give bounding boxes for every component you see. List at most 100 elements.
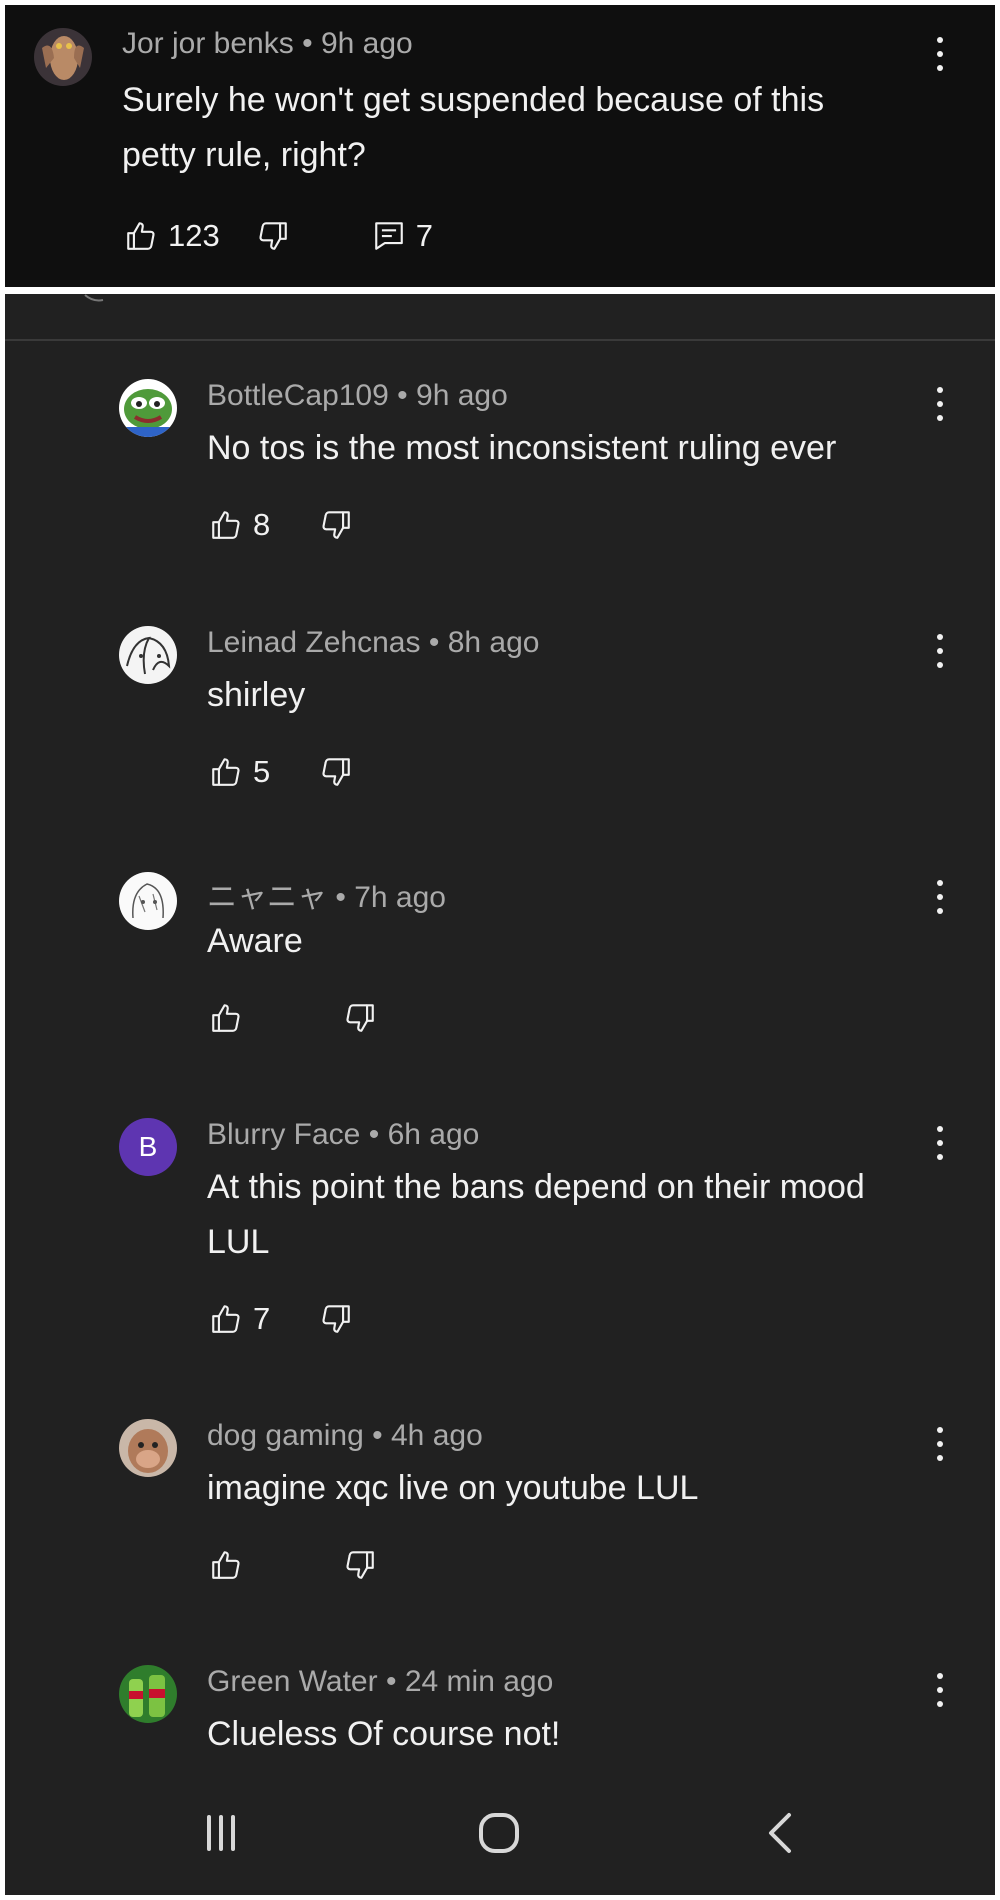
dislike-button[interactable] [343, 1001, 377, 1035]
comment-time: 7h ago [354, 881, 446, 914]
more-options-icon[interactable] [935, 387, 945, 421]
comment-actions: 123 7 [124, 216, 433, 256]
like-button[interactable]: 5 [209, 754, 319, 790]
system-navigation-bar [5, 1775, 995, 1895]
comment-text-line: shirley [207, 676, 306, 714]
reply-comment: BottleCap109 • 9h ago No tos is the most… [5, 379, 995, 554]
reply-comment: dog gaming • 4h ago imagine xqc live on … [5, 1419, 995, 1594]
comment-text-line: No tos is the most inconsistent ruling e… [207, 429, 837, 467]
divider [5, 339, 995, 341]
comment-actions: 5 [209, 752, 353, 792]
recent-apps-button[interactable] [191, 1803, 251, 1863]
dislike-button[interactable] [319, 1302, 353, 1336]
more-options-icon[interactable] [935, 1126, 945, 1160]
comment-text: Aware [207, 914, 935, 969]
dislike-button[interactable] [343, 1548, 377, 1582]
like-button[interactable]: 8 [209, 507, 319, 543]
home-button[interactable] [469, 1803, 529, 1863]
comment-text-line: Aware [207, 922, 303, 960]
comment-time: 8h ago [447, 626, 540, 659]
comment-author[interactable]: dog gaming [207, 1419, 364, 1452]
comment-text: At this point the bans depend on their m… [207, 1160, 935, 1270]
comment-time: 9h ago [416, 379, 508, 412]
comment-text: Surely he won't get suspended because of… [122, 73, 935, 183]
comment-author[interactable]: Leinad Zehcnas [207, 626, 421, 659]
back-button[interactable] [751, 1803, 811, 1863]
like-button[interactable]: 123 [124, 218, 220, 254]
parent-comment: Jor jor benks • 9h ago Surely he won't g… [5, 5, 995, 287]
more-options-icon[interactable] [935, 634, 945, 668]
reply-comment: Green Water • 24 min ago Clueless Of cou… [5, 1665, 995, 1765]
more-options-icon[interactable] [935, 1427, 945, 1461]
comment-time: 6h ago [387, 1118, 480, 1151]
thumbs-down-icon [322, 758, 350, 786]
comment-text: imagine xqc live on youtube LUL [207, 1461, 935, 1516]
more-options-icon[interactable] [935, 880, 945, 914]
lineart-avatar[interactable] [119, 872, 177, 930]
comment-meta: Leinad Zehcnas • 8h ago [207, 626, 539, 660]
thumbs-down-icon [346, 1004, 374, 1032]
reply-count: 7 [415, 218, 433, 253]
like-count: 5 [253, 754, 271, 789]
comment-meta: Green Water • 24 min ago [207, 1665, 553, 1699]
comment-actions [209, 1545, 377, 1585]
meta-separator: • [335, 881, 346, 914]
dislike-button[interactable] [256, 219, 290, 253]
comment-time: 9h ago [320, 27, 413, 60]
like-count: 8 [253, 507, 271, 542]
recent-apps-icon [207, 1815, 235, 1851]
home-icon [479, 1813, 519, 1853]
comment-icon [374, 222, 403, 250]
thumbs-up-icon [212, 1551, 240, 1579]
reply-comment: Leinad Zehcnas • 8h ago shirley 5 [5, 626, 995, 801]
like-count: 123 [168, 218, 220, 253]
replies-panel: BottleCap109 • 9h ago No tos is the most… [5, 294, 995, 1895]
thumbs-up-icon [212, 1004, 240, 1032]
thumbs-up-icon [127, 222, 155, 250]
meta-separator: • [302, 27, 313, 60]
pepe-avatar[interactable] [119, 379, 177, 437]
comment-actions: 7 [209, 1299, 353, 1339]
like-button[interactable]: 7 [209, 1301, 319, 1337]
partial-element [84, 294, 104, 302]
like-button[interactable] [209, 1548, 343, 1582]
sketch-avatar[interactable] [119, 626, 177, 684]
comment-text: shirley [207, 668, 935, 723]
comment-actions: 8 [209, 505, 353, 545]
comment-meta: BottleCap109 • 9h ago [207, 379, 508, 413]
comment-text-line: petty rule, right? [122, 136, 366, 174]
dislike-button[interactable] [319, 755, 353, 789]
meta-separator: • [397, 379, 408, 412]
mountain-dew-avatar[interactable] [119, 1665, 177, 1723]
meta-separator: • [372, 1419, 383, 1452]
comment-meta: ニャニャ • 7h ago [207, 872, 446, 916]
back-icon [769, 1813, 791, 1853]
comment-meta: dog gaming • 4h ago [207, 1419, 483, 1453]
comment-text-line: LUL [207, 1223, 270, 1261]
comment-author[interactable]: ニャニャ [207, 881, 327, 914]
comment-author[interactable]: BottleCap109 [207, 379, 389, 412]
comment-meta: Jor jor benks • 9h ago [122, 27, 413, 61]
comment-author[interactable]: Jor jor benks [122, 27, 294, 60]
more-options-icon[interactable] [935, 37, 945, 71]
letter-avatar[interactable]: B [119, 1118, 177, 1176]
comment-author[interactable]: Blurry Face [207, 1118, 360, 1151]
comment-text-line: Surely he won't get suspended because of… [122, 81, 825, 119]
like-button[interactable] [209, 1001, 343, 1035]
comment-time: 24 min ago [404, 1665, 554, 1698]
monkey-avatar[interactable] [119, 1419, 177, 1477]
comment-text-line: Clueless Of course not! [207, 1715, 561, 1753]
more-options-icon[interactable] [935, 1673, 945, 1707]
comment-meta: Blurry Face • 6h ago [207, 1118, 479, 1152]
thumbs-down-icon [322, 511, 350, 539]
thumbs-down-icon [322, 1305, 350, 1333]
thumbs-up-icon [212, 1305, 240, 1333]
dislike-button[interactable] [319, 508, 353, 542]
comment-text: Clueless Of course not! [207, 1707, 935, 1762]
comment-author[interactable]: Green Water [207, 1665, 378, 1698]
reply-button[interactable]: 7 [372, 218, 433, 254]
meta-separator: • [428, 626, 440, 659]
thumbs-up-icon [212, 758, 240, 786]
jarjar-avatar[interactable] [34, 28, 92, 86]
reply-comment: ニャニャ • 7h ago Aware [5, 872, 995, 1047]
